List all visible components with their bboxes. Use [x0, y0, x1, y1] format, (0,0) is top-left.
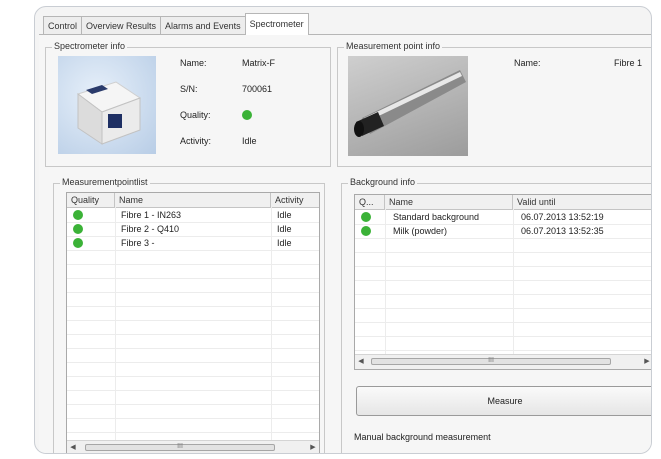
scroll-left-icon[interactable]: ◀	[67, 441, 79, 453]
measurement-point-name-value: Fibre 1	[614, 58, 643, 68]
measurement-point-list-title: Measurementpointlist	[60, 177, 150, 187]
spectrometer-activity-label: Activity:	[180, 136, 212, 146]
spectrometer-info-group: Spectrometer info Name: Matrix-F S/N: 70…	[45, 41, 331, 167]
table-header: Quality Name Activity	[67, 193, 319, 208]
table-header: Q... Name Valid until	[355, 195, 651, 210]
spectrometer-quality-label: Quality:	[180, 110, 211, 120]
measurement-point-table[interactable]: Quality Name Activity Fibre 1 - IN263 Id…	[66, 192, 320, 453]
spectrometer-sn-value: 700061	[242, 84, 273, 94]
scroll-right-icon[interactable]: ▶	[307, 441, 319, 453]
measurement-point-info-group: Measurement point info Name: Fibre 1	[337, 41, 651, 167]
table-row[interactable]: Fibre 3 - Idle	[67, 236, 319, 251]
column-header-valid-until[interactable]: Valid until	[513, 195, 651, 209]
scroll-thumb[interactable]: III	[371, 357, 611, 365]
row-activity: Idle	[277, 210, 292, 220]
column-header-name[interactable]: Name	[385, 195, 513, 209]
horizontal-scrollbar[interactable]: ◀ III ▶	[355, 354, 651, 369]
row-valid-until: 06.07.2013 13:52:35	[521, 226, 604, 236]
measure-button[interactable]: Measure	[356, 386, 651, 416]
row-activity: Idle	[277, 238, 292, 248]
spectrometer-name-label: Name:	[180, 58, 207, 68]
measurement-point-name-label: Name:	[514, 58, 541, 68]
spectrometer-quality-indicator	[242, 110, 252, 120]
quality-indicator	[361, 226, 371, 236]
tab-alarms-and-events[interactable]: Alarms and Events	[160, 16, 246, 35]
background-table[interactable]: Q... Name Valid until Standard backgroun…	[354, 194, 651, 370]
quality-indicator	[361, 212, 371, 222]
app-window: Control Overview Results Alarms and Even…	[34, 6, 652, 454]
measurement-point-list-group: Measurementpointlist Quality Name Activi…	[53, 177, 325, 453]
row-name: Fibre 2 - Q410	[121, 224, 180, 234]
quality-indicator	[73, 210, 83, 220]
column-header-quality[interactable]: Q...	[355, 195, 385, 209]
table-row[interactable]: Milk (powder) 06.07.2013 13:52:35	[355, 224, 651, 239]
measurement-point-info-title: Measurement point info	[344, 41, 443, 51]
scroll-right-icon[interactable]: ▶	[641, 355, 651, 369]
spectrometer-activity-value: Idle	[242, 136, 257, 146]
row-name: Milk (powder)	[393, 226, 448, 236]
background-info-title: Background info	[348, 177, 418, 187]
spectrometer-info-title: Spectrometer info	[52, 41, 128, 51]
column-header-activity[interactable]: Activity	[271, 193, 319, 207]
quality-indicator	[73, 224, 83, 234]
row-valid-until: 06.07.2013 13:52:19	[521, 212, 604, 222]
row-name: Fibre 1 - IN263	[121, 210, 182, 220]
row-name: Fibre 3 -	[121, 238, 155, 248]
spectrometer-sn-label: S/N:	[180, 84, 198, 94]
background-status-text: Manual background measurement	[354, 432, 491, 442]
row-name: Standard background	[393, 212, 480, 222]
table-row[interactable]: Fibre 2 - Q410 Idle	[67, 222, 319, 237]
horizontal-scrollbar[interactable]: ◀ III ▶	[67, 440, 319, 453]
table-row[interactable]: Standard background 06.07.2013 13:52:19	[355, 210, 651, 225]
tab-spectrometer[interactable]: Spectrometer	[244, 13, 309, 35]
spectrometer-name-value: Matrix-F	[242, 58, 275, 68]
row-activity: Idle	[277, 224, 292, 234]
background-info-group: Background info Q... Name Valid until St…	[341, 177, 651, 453]
fibre-probe-image	[348, 56, 468, 156]
spectrometer-panel: Spectrometer info Name: Matrix-F S/N: 70…	[39, 34, 651, 453]
tab-bar: Control Overview Results Alarms and Even…	[43, 13, 309, 35]
column-header-name[interactable]: Name	[115, 193, 271, 207]
scroll-left-icon[interactable]: ◀	[355, 355, 367, 369]
table-row[interactable]: Fibre 1 - IN263 Idle	[67, 208, 319, 223]
tab-control[interactable]: Control	[43, 16, 83, 35]
scroll-thumb[interactable]: III	[85, 443, 275, 451]
column-header-quality[interactable]: Quality	[67, 193, 115, 207]
quality-indicator	[73, 238, 83, 248]
spectrometer-device-image	[58, 56, 156, 154]
tab-overview-results[interactable]: Overview Results	[81, 16, 162, 35]
